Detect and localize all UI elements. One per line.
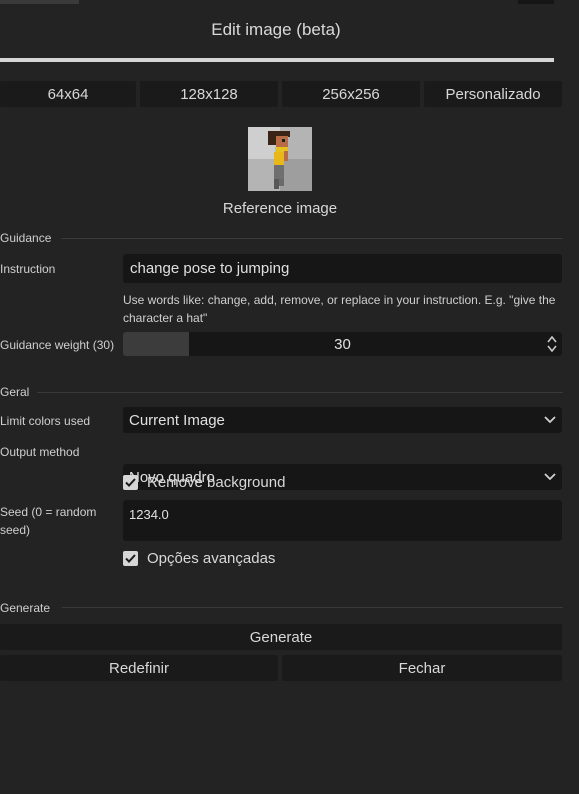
size-256-button[interactable]: 256x256 bbox=[282, 81, 420, 107]
geral-section-label: Geral bbox=[0, 385, 30, 399]
generate-section-label: Generate bbox=[0, 601, 51, 615]
checkbox-checked-icon[interactable] bbox=[123, 551, 138, 566]
spinner-arrows-icon[interactable] bbox=[547, 335, 557, 353]
generate-section-divider bbox=[62, 607, 563, 608]
limit-colors-label: Limit colors used bbox=[0, 414, 91, 428]
close-button[interactable]: Fechar bbox=[282, 655, 562, 681]
advanced-options-label: Opções avançadas bbox=[147, 550, 276, 567]
size-64-button[interactable]: 64x64 bbox=[0, 81, 136, 107]
generate-button[interactable]: Generate bbox=[0, 624, 562, 650]
top-tab-strip bbox=[0, 0, 79, 4]
guidance-weight-label: Guidance weight (30) bbox=[0, 338, 115, 352]
size-128-button[interactable]: 128x128 bbox=[140, 81, 278, 107]
instruction-label: Instruction bbox=[0, 262, 56, 276]
output-method-label: Output method bbox=[0, 445, 80, 459]
checkbox-checked-icon[interactable] bbox=[123, 475, 138, 490]
chevron-down-icon bbox=[544, 416, 556, 424]
dialog-title: Edit image (beta) bbox=[211, 20, 341, 39]
title-divider bbox=[0, 58, 554, 62]
size-custom-button[interactable]: Personalizado bbox=[424, 81, 562, 107]
instruction-hint: Use words like: change, add, remove, or … bbox=[123, 293, 556, 325]
guidance-section-divider bbox=[61, 238, 563, 239]
instruction-input[interactable]: change pose to jumping bbox=[123, 254, 562, 283]
seed-input[interactable]: 1234.0 bbox=[123, 500, 562, 541]
reference-image-caption: Reference image bbox=[222, 200, 338, 217]
reset-button[interactable]: Redefinir bbox=[0, 655, 278, 681]
limit-colors-value: Current Image bbox=[129, 411, 225, 429]
geral-section-divider bbox=[37, 392, 563, 393]
limit-colors-select[interactable]: Current Image bbox=[123, 407, 562, 433]
reference-image bbox=[248, 127, 312, 191]
guidance-section-label: Guidance bbox=[0, 231, 52, 245]
top-corner-control[interactable] bbox=[518, 0, 554, 4]
advanced-options-checkbox[interactable]: Opções avançadas bbox=[123, 550, 275, 567]
pixel-character-sprite bbox=[248, 127, 312, 191]
remove-background-checkbox[interactable]: Remove background bbox=[123, 474, 285, 491]
chevron-down-icon bbox=[544, 473, 556, 481]
remove-background-label: Remove background bbox=[147, 474, 286, 491]
guidance-weight-value: 30 bbox=[334, 335, 351, 353]
seed-label: Seed (0 = random seed) bbox=[0, 505, 97, 537]
guidance-weight-slider[interactable]: 30 bbox=[123, 332, 562, 356]
